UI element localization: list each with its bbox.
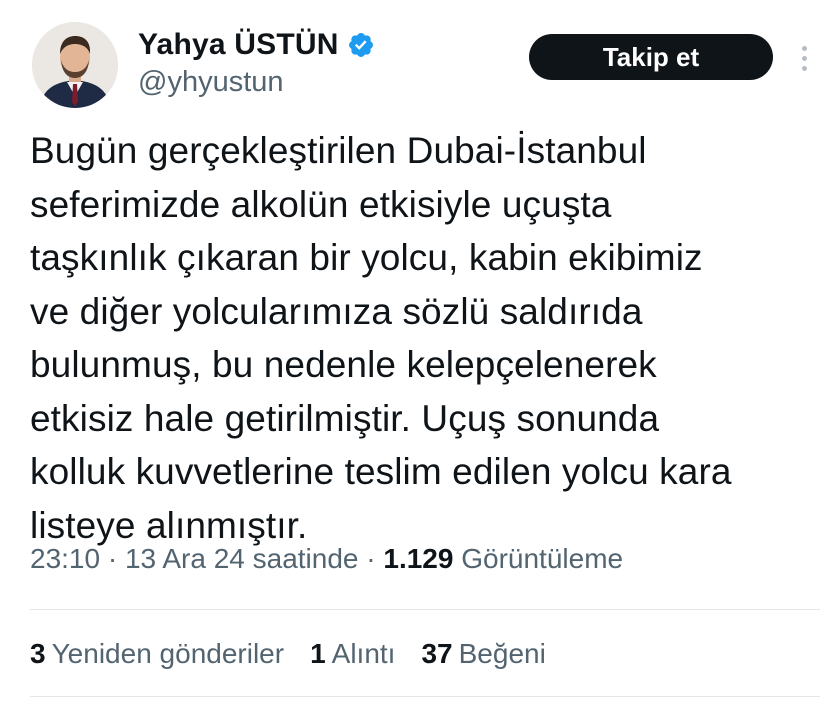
more-dot bbox=[801, 65, 807, 71]
retweets-count: 3 bbox=[30, 638, 46, 669]
tweet-time[interactable]: 23:10 bbox=[30, 543, 100, 574]
tweet-card: Yahya ÜSTÜN @yhyustun Takip et Bugün ger… bbox=[0, 0, 838, 706]
tweet-stats: 3 Yeniden gönderiler 1 Alıntı 37 Beğeni bbox=[30, 638, 546, 670]
more-dot bbox=[801, 55, 807, 61]
quotes-stat[interactable]: 1 Alıntı bbox=[310, 638, 395, 670]
name-row: Yahya ÜSTÜN bbox=[138, 26, 375, 64]
more-dot bbox=[801, 45, 807, 51]
likes-count: 37 bbox=[421, 638, 453, 669]
user-handle[interactable]: @yhyustun bbox=[138, 66, 375, 99]
avatar-portrait bbox=[32, 22, 118, 108]
avatar[interactable] bbox=[32, 22, 118, 108]
meta-separator: · bbox=[358, 543, 384, 574]
quotes-count: 1 bbox=[310, 638, 326, 669]
more-options-icon[interactable] bbox=[792, 40, 816, 76]
retweets-label: Yeniden gönderiler bbox=[51, 638, 285, 669]
tweet-text: Bugün gerçekleştirilen Dubai-İstanbul se… bbox=[30, 130, 732, 546]
retweets-stat[interactable]: 3 Yeniden gönderiler bbox=[30, 638, 284, 670]
tweet-date[interactable]: 13 Ara 24 saatinde bbox=[125, 543, 359, 574]
divider bbox=[30, 696, 820, 697]
tweet-header: Yahya ÜSTÜN @yhyustun Takip et bbox=[32, 22, 822, 112]
display-name[interactable]: Yahya ÜSTÜN bbox=[138, 28, 339, 62]
user-info: Yahya ÜSTÜN @yhyustun bbox=[138, 26, 375, 99]
quotes-label: Alıntı bbox=[331, 638, 396, 669]
verified-badge-icon bbox=[347, 31, 375, 59]
follow-button[interactable]: Takip et bbox=[529, 34, 773, 80]
likes-label: Beğeni bbox=[458, 638, 546, 669]
views-label: Görüntüleme bbox=[461, 543, 624, 574]
views-count: 1.129 bbox=[383, 543, 454, 574]
divider bbox=[30, 609, 820, 610]
meta-separator: · bbox=[100, 543, 125, 574]
tweet-meta: 23:10 · 13 Ara 24 saatinde · 1.129 Görün… bbox=[30, 543, 623, 575]
likes-stat[interactable]: 37 Beğeni bbox=[421, 638, 545, 670]
